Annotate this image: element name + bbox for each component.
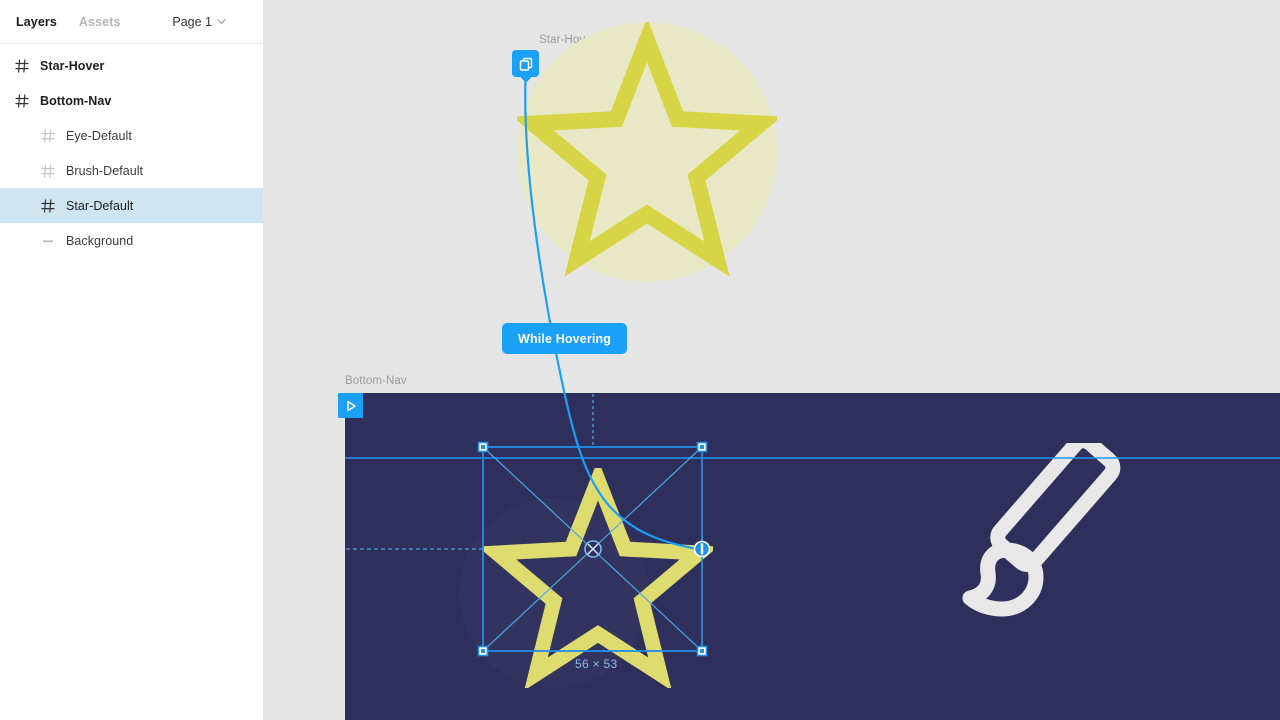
layer-list: Star-Hover Bottom-Nav Eye-Default Brush-… (0, 44, 263, 258)
layer-label: Background (66, 233, 134, 248)
layer-row-bottom-nav[interactable]: Bottom-Nav (0, 83, 263, 118)
page-selector[interactable]: Page 1 (172, 15, 247, 29)
layer-row-background[interactable]: Background (0, 223, 263, 258)
brush-default-icon (962, 443, 1121, 617)
chevron-down-icon (217, 17, 226, 25)
prototype-interaction-pill[interactable]: While Hovering (502, 323, 628, 354)
interaction-label: While Hovering (518, 331, 612, 346)
layer-row-star-hover[interactable]: Star-Hover (0, 48, 263, 83)
sidebar-tab-bar: Layers Assets Page 1 (0, 0, 263, 44)
frame-icon (40, 198, 56, 214)
prototype-flow-start-badge[interactable] (338, 393, 363, 418)
artboard-star-hover[interactable] (517, 22, 777, 282)
tab-layers[interactable]: Layers (16, 15, 57, 29)
layer-row-star-default[interactable]: Star-Default (0, 188, 263, 223)
frame-icon (40, 163, 56, 179)
figma-app-window: Layers Assets Page 1 Star-Hover Bottom-N… (0, 0, 1280, 720)
prototype-badge-overlay[interactable] (512, 50, 539, 77)
overlay-swap-icon (519, 57, 532, 71)
selection-dimension-label: 56 × 53 (575, 657, 618, 671)
star-default-icon (483, 468, 713, 688)
frame-icon (40, 128, 56, 144)
frame-label-bottom-nav[interactable]: Bottom-Nav (345, 375, 407, 387)
layer-label: Bottom-Nav (40, 93, 112, 108)
layer-label: Brush-Default (66, 163, 144, 178)
layer-label: Star-Hover (40, 58, 105, 73)
design-canvas[interactable]: Star-Hover Bottom-Nav While Hovering 56 … (264, 0, 1280, 720)
layer-label: Eye-Default (66, 128, 132, 143)
frame-icon (14, 93, 30, 109)
layer-row-brush-default[interactable]: Brush-Default (0, 153, 263, 188)
layer-label: Star-Default (66, 198, 134, 213)
rectangle-icon (40, 233, 56, 249)
left-sidebar: Layers Assets Page 1 Star-Hover Bottom-N… (0, 0, 264, 720)
layer-row-eye-default[interactable]: Eye-Default (0, 118, 263, 153)
page-selector-label: Page 1 (172, 14, 212, 29)
artboard-bottom-nav[interactable] (345, 393, 1280, 720)
star-hover-icon (517, 22, 777, 277)
tab-assets[interactable]: Assets (79, 15, 121, 29)
play-icon (346, 400, 356, 411)
frame-icon (14, 58, 30, 74)
